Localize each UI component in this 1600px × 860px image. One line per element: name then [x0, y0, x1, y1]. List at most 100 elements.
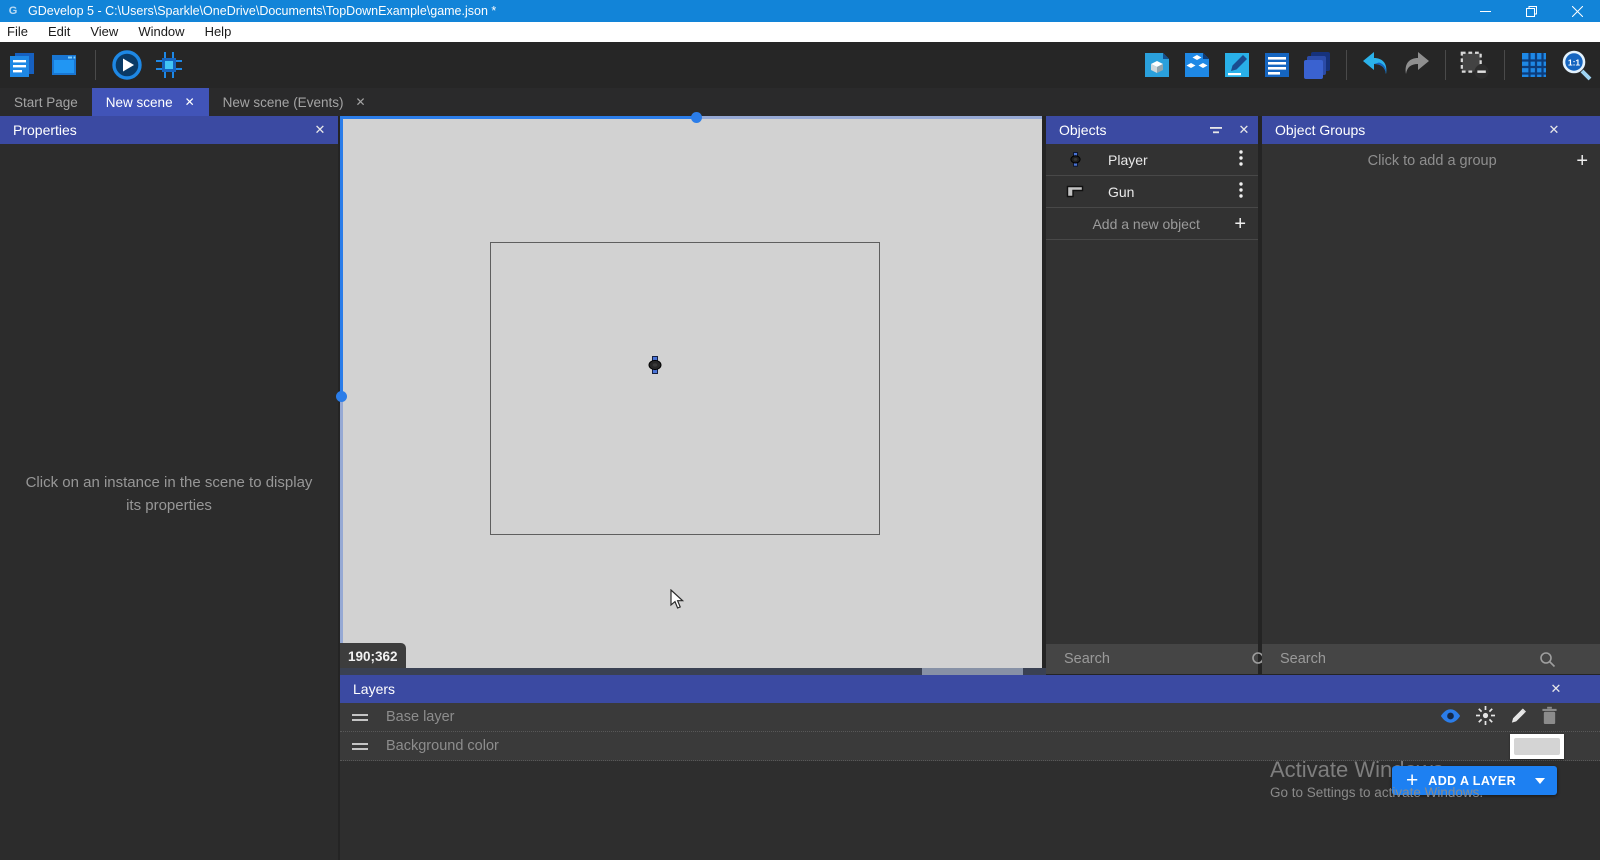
- window-controls: [1462, 0, 1600, 22]
- close-icon[interactable]: ✕: [1236, 116, 1252, 144]
- toolbar-divider: [1504, 50, 1505, 80]
- menu-bar: File Edit View Window Help: [0, 22, 1600, 42]
- canvas-hscroll-handle[interactable]: [691, 112, 702, 123]
- start-page-window-icon[interactable]: [48, 49, 80, 81]
- tab-new-scene-events[interactable]: New scene (Events) ✕: [209, 88, 380, 116]
- redo-icon[interactable]: [1400, 49, 1432, 81]
- canvas-bottom-scrollbar[interactable]: [340, 668, 1046, 675]
- tab-close-icon[interactable]: ✕: [355, 96, 365, 108]
- close-icon[interactable]: ✕: [1548, 675, 1564, 703]
- layers-panel-header: Layers ✕: [340, 675, 1600, 703]
- close-button[interactable]: [1554, 0, 1600, 22]
- titlebar: G GDevelop 5 - C:\Users\Sparkle\OneDrive…: [0, 0, 1600, 22]
- plus-icon: +: [1234, 214, 1246, 234]
- plus-icon: +: [1576, 151, 1588, 171]
- toolbar-divider: [95, 50, 96, 80]
- visibility-eye-icon[interactable]: [1439, 708, 1462, 728]
- layers-panel: Layers ✕ Base layer: [340, 675, 1600, 860]
- menu-edit[interactable]: Edit: [38, 22, 80, 42]
- object-groups-editor-icon[interactable]: [1181, 49, 1213, 81]
- debug-icon[interactable]: [153, 49, 185, 81]
- effects-icon[interactable]: [1475, 705, 1496, 730]
- object-groups-panel-header: Object Groups ✕: [1262, 116, 1600, 144]
- layer-row-base[interactable]: Base layer: [340, 703, 1600, 732]
- layer-actions: [1439, 703, 1558, 732]
- canvas-hscroll-line[interactable]: [340, 116, 696, 119]
- tab-start-page[interactable]: Start Page: [0, 88, 92, 116]
- canvas-hscroll-line-dim[interactable]: [696, 116, 1042, 119]
- toolbar-right-group: 1:1: [1141, 42, 1596, 88]
- minimize-button[interactable]: [1462, 0, 1508, 22]
- drag-handle-icon[interactable]: [352, 743, 368, 750]
- menu-help[interactable]: Help: [195, 22, 242, 42]
- gun-object-icon: [1064, 185, 1086, 198]
- player-instance[interactable]: [648, 356, 662, 379]
- objects-search-input[interactable]: [1046, 651, 1251, 667]
- instances-list-icon[interactable]: [1261, 49, 1293, 81]
- toolbar-divider: [1445, 50, 1446, 80]
- object-row-gun[interactable]: Gun: [1046, 176, 1258, 208]
- close-icon[interactable]: ✕: [312, 116, 328, 144]
- add-group-label: Click to add a group: [1262, 153, 1576, 169]
- svg-text:1:1: 1:1: [1568, 58, 1581, 68]
- project-manager-icon[interactable]: [6, 49, 38, 81]
- cursor-coordinates-badge: 190;362: [340, 643, 406, 669]
- tab-new-scene[interactable]: New scene ✕: [92, 88, 209, 116]
- tab-label: Start Page: [14, 95, 78, 110]
- object-menu-icon[interactable]: [1232, 182, 1250, 201]
- objects-editor-icon[interactable]: [1141, 49, 1173, 81]
- scene-canvas[interactable]: 190;362: [340, 116, 1042, 669]
- properties-editor-icon[interactable]: [1221, 49, 1253, 81]
- menu-window[interactable]: Window: [128, 22, 194, 42]
- layers-list: Base layer: [340, 703, 1600, 761]
- menu-file[interactable]: File: [0, 22, 38, 42]
- properties-panel: Properties ✕ Click on an instance in the…: [0, 116, 338, 860]
- toggle-grid-icon[interactable]: [1518, 49, 1550, 81]
- clear-selection-icon[interactable]: [1459, 49, 1491, 81]
- preview-play-icon[interactable]: [111, 49, 143, 81]
- object-row-player[interactable]: Player: [1046, 144, 1258, 176]
- objects-panel: Objects ✕ Player: [1046, 116, 1258, 674]
- gdevelop-logo-icon: G: [6, 4, 20, 18]
- search-icon: [1539, 651, 1556, 668]
- objects-panel-header: Objects ✕: [1046, 116, 1258, 144]
- main-toolbar: 1:1: [0, 42, 1600, 88]
- tab-label: New scene (Events): [223, 95, 344, 110]
- layers-editor-icon[interactable]: [1301, 49, 1333, 81]
- editor-tabs: Start Page New scene ✕ New scene (Events…: [0, 88, 1600, 116]
- add-object-button[interactable]: Add a new object +: [1046, 208, 1258, 240]
- background-color-swatch[interactable]: [1510, 734, 1564, 759]
- tab-close-icon[interactable]: ✕: [185, 96, 195, 108]
- canvas-vscroll-line[interactable]: [340, 116, 343, 397]
- groups-search-row: [1262, 644, 1600, 674]
- add-group-button[interactable]: Click to add a group +: [1262, 144, 1600, 178]
- close-icon[interactable]: ✕: [1546, 116, 1562, 144]
- delete-trash-icon[interactable]: [1541, 706, 1558, 729]
- menu-view[interactable]: View: [80, 22, 128, 42]
- canvas-vscroll-line-dim[interactable]: [340, 397, 343, 669]
- properties-empty-hint: Click on an instance in the scene to dis…: [0, 471, 338, 518]
- canvas-vscroll-handle[interactable]: [336, 391, 347, 402]
- layer-name: Background color: [386, 738, 499, 754]
- scrollbar-thumb[interactable]: [922, 668, 1023, 675]
- add-object-label: Add a new object: [1046, 216, 1234, 232]
- panel-title: Properties: [13, 122, 77, 138]
- zoom-1-1-icon[interactable]: 1:1: [1558, 49, 1596, 81]
- properties-panel-header: Properties ✕: [0, 116, 338, 144]
- groups-search-input[interactable]: [1262, 651, 1539, 667]
- tab-label: New scene: [106, 95, 173, 110]
- panel-title: Layers: [353, 681, 395, 697]
- panel-title: Objects: [1059, 122, 1106, 138]
- undo-icon[interactable]: [1360, 49, 1392, 81]
- layer-name: Base layer: [386, 709, 455, 725]
- edit-pencil-icon[interactable]: [1509, 706, 1528, 729]
- drag-handle-icon[interactable]: [352, 714, 368, 721]
- chevron-down-icon[interactable]: [1535, 778, 1545, 784]
- toolbar-divider: [1346, 50, 1347, 80]
- player-object-icon: [1064, 152, 1086, 167]
- restore-button[interactable]: [1508, 0, 1554, 22]
- filter-icon[interactable]: [1208, 116, 1224, 144]
- gdevelop-window: G GDevelop 5 - C:\Users\Sparkle\OneDrive…: [0, 0, 1600, 860]
- object-menu-icon[interactable]: [1232, 150, 1250, 169]
- object-name: Player: [1108, 152, 1232, 168]
